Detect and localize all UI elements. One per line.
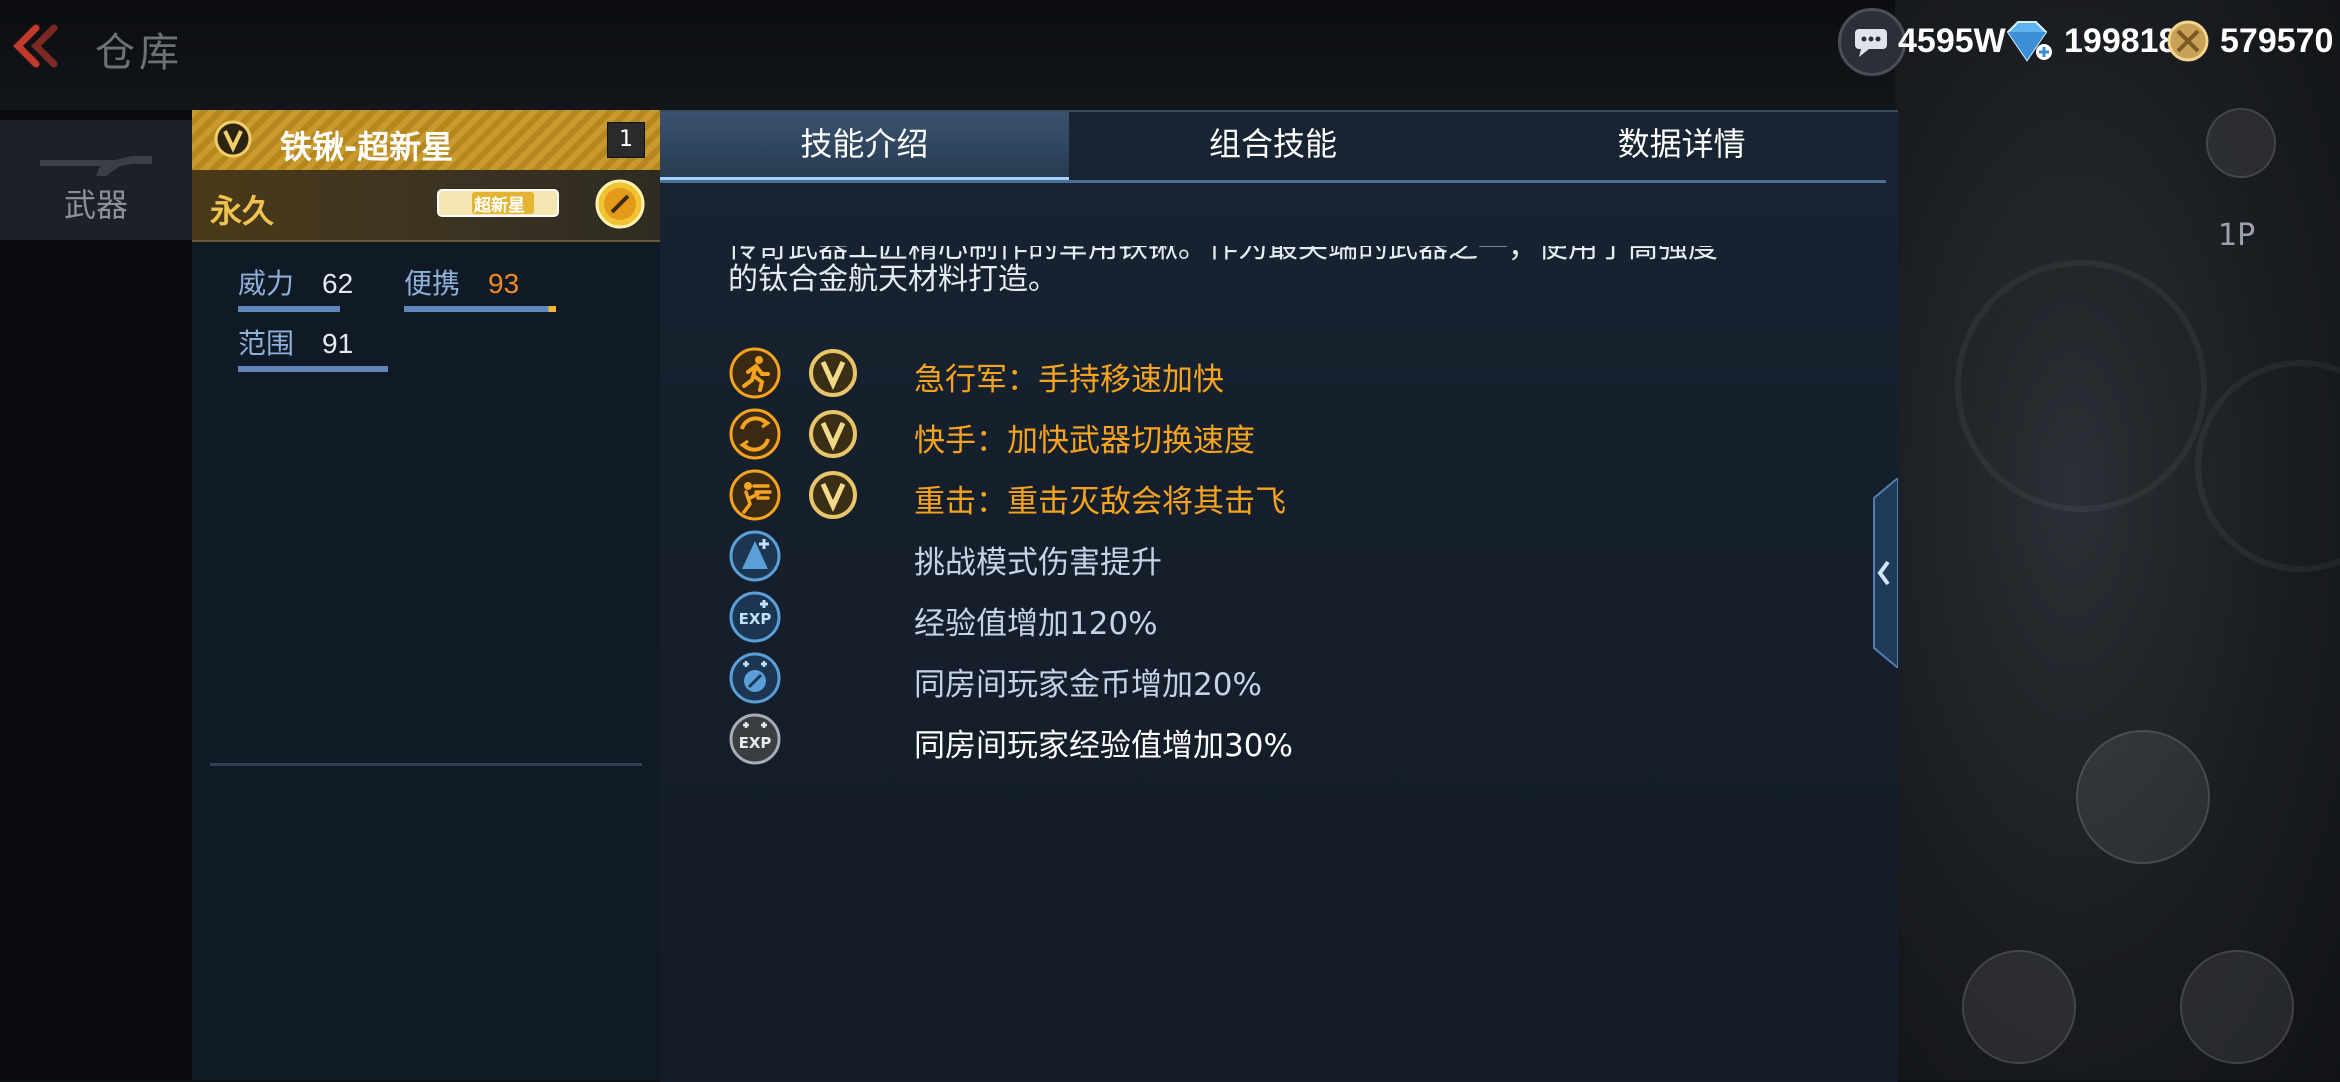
honor-coin-icon: [2167, 20, 2209, 62]
honor-amount: 579570: [2220, 21, 2334, 60]
scope-button[interactable]: [2180, 950, 2294, 1064]
room-exp-icon: EXP: [729, 713, 781, 765]
stat-value: 62: [322, 268, 354, 299]
item-detail-panel: 铁锹-超新星 1 永久 超新星 威力 62 便携 93 范围 91: [192, 110, 662, 1080]
svg-text:EXP: EXP: [739, 610, 772, 628]
divider: [210, 763, 642, 766]
stat-portability: 便携 93: [404, 262, 556, 312]
skill-text: 经验值增加120%: [914, 606, 1158, 642]
page-title: 仓库: [95, 30, 183, 76]
decor-ring: [2195, 360, 2340, 572]
skill-text: 同房间玩家经验值增加30%: [914, 728, 1293, 764]
running-man-icon: [729, 347, 781, 399]
vip-v-badge-icon: [809, 349, 857, 397]
stat-bar: [238, 366, 388, 372]
stat-power: 威力 62: [238, 262, 354, 312]
tab-bar: 技能介绍 组合技能 数据详情: [660, 112, 1886, 183]
item-count: 1: [607, 122, 645, 158]
item-subheader: 永久 超新星: [192, 170, 660, 242]
bullet-button[interactable]: [2076, 730, 2210, 864]
stat-value: 93: [488, 268, 520, 299]
weapon-switch-icon: [729, 408, 781, 460]
diamond-currency[interactable]: 199818: [2000, 18, 2177, 64]
description-line: 的钛合金航天材料打造。: [728, 262, 1058, 297]
skill-text: 同房间玩家金币增加20%: [914, 667, 1262, 703]
stat-bar: [238, 306, 340, 312]
skill-text: 挑战模式伤害提升: [914, 545, 1162, 581]
player-1-label[interactable]: 1P: [2218, 218, 2255, 253]
item-name: 铁锹-超新星: [280, 128, 454, 166]
collapse-panel-handle[interactable]: [1868, 478, 1898, 668]
supernova-tag: 超新星: [432, 182, 564, 224]
description-line: 传奇武器工匠精心制作的军用铁锹。作为最尖端的武器之一，使用了高强度: [728, 230, 1718, 265]
skill-text: 急行军：手持移速加快: [914, 362, 1224, 398]
stat-label: 范围: [238, 327, 295, 360]
back-arrow-icon[interactable]: [10, 22, 62, 70]
exp-boost-icon: EXP: [729, 591, 781, 643]
stat-bar: [404, 306, 556, 312]
swap-weapon-button[interactable]: [1962, 950, 2076, 1064]
tab-combo-skills[interactable]: 组合技能: [1069, 112, 1478, 180]
svg-text:EXP: EXP: [739, 734, 772, 752]
chat-bubble-icon[interactable]: [1838, 8, 1906, 76]
skill-text: 快手：加快武器切换速度: [914, 423, 1255, 459]
room-coin-icon: [729, 652, 781, 704]
stat-label: 威力: [238, 267, 295, 300]
item-duration: 永久: [210, 192, 275, 230]
honor-currency[interactable]: 579570: [2166, 18, 2333, 64]
stat-value: 91: [322, 328, 354, 359]
gamepad-button[interactable]: [2206, 108, 2276, 178]
heavy-strike-icon: [729, 469, 781, 521]
weapon-tab-label: 武器: [64, 186, 129, 224]
shovel-medal-icon: [595, 179, 645, 229]
category-sidebar: [0, 110, 194, 1080]
rifle-icon: [40, 156, 152, 176]
vip-v-badge-icon: [809, 471, 857, 519]
item-header: 铁锹-超新星 1: [192, 110, 660, 171]
vip-v-badge-icon: [809, 410, 857, 458]
stat-label: 便携: [404, 267, 461, 300]
decor-ring: [1955, 260, 2207, 512]
tab-data-details[interactable]: 数据详情: [1477, 112, 1886, 180]
gold-amount: 4595W: [1898, 21, 2006, 60]
challenge-damage-icon: [729, 530, 781, 582]
skill-text: 重击：重击灭敌会将其击飞: [914, 484, 1286, 520]
supernova-tag-label: 超新星: [474, 196, 525, 216]
tab-skill-intro[interactable]: 技能介绍: [660, 112, 1069, 180]
diamond-icon: [2006, 21, 2052, 62]
diamond-amount: 199818: [2064, 21, 2178, 60]
stat-range: 范围 91: [238, 322, 388, 372]
vip-v-badge-icon: [214, 120, 252, 158]
weapon-preview-area: [1895, 0, 2340, 1080]
gold-currency: 4595W: [1898, 18, 2006, 64]
skills-panel: 技能介绍 组合技能 数据详情 传奇武器工匠精心制作的军用铁锹。作为最尖端的武器之…: [660, 110, 1898, 1082]
